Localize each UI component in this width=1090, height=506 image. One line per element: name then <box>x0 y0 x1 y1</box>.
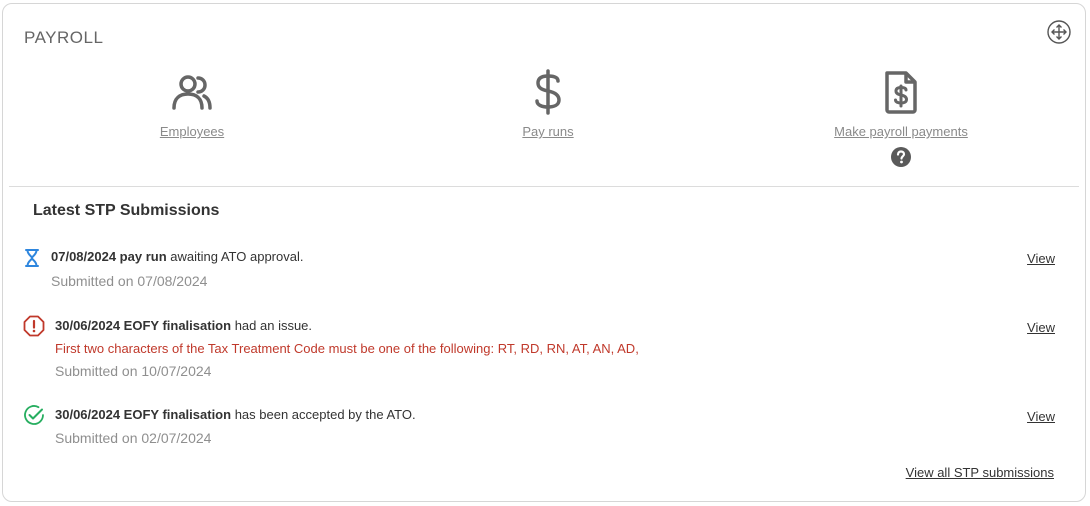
stp-item: 07/08/2024 pay run awaiting ATO approval… <box>23 245 1055 295</box>
users-icon <box>172 75 212 110</box>
stp-message: 30/06/2024 EOFY finalisation has been ac… <box>55 407 416 422</box>
stp-title: 30/06/2024 EOFY finalisation <box>55 407 232 422</box>
invoice-dollar-icon <box>885 71 917 114</box>
check-circle-icon <box>24 405 44 425</box>
stp-submitted: Submitted on 07/08/2024 <box>51 273 208 289</box>
stp-title: 30/06/2024 EOFY finalisation <box>55 318 232 333</box>
stp-error-message: First two characters of the Tax Treatmen… <box>55 341 639 356</box>
stp-item: 30/06/2024 EOFY finalisation had an issu… <box>23 313 1055 383</box>
tile-employees[interactable]: Employees <box>142 68 242 139</box>
dollar-icon <box>535 69 561 115</box>
widget-title: PAYROLL <box>24 28 104 47</box>
pay-runs-link[interactable]: Pay runs <box>498 124 598 139</box>
view-all-stp-link[interactable]: View all STP submissions <box>906 465 1054 480</box>
stp-message: 30/06/2024 EOFY finalisation had an issu… <box>55 318 312 333</box>
stp-heading: Latest STP Submissions <box>33 202 220 219</box>
stp-status-text: had an issue. <box>231 318 313 333</box>
view-link[interactable]: View <box>1027 320 1055 335</box>
stp-message: 07/08/2024 pay run awaiting ATO approval… <box>51 249 303 264</box>
hourglass-icon <box>25 249 39 267</box>
payroll-widget: PAYROLL Employees Pay runs Make payroll <box>2 3 1086 502</box>
stp-title: 07/08/2024 pay run <box>51 249 167 264</box>
employees-link[interactable]: Employees <box>142 124 242 139</box>
stp-submitted: Submitted on 10/07/2024 <box>55 363 212 379</box>
view-link[interactable]: View <box>1027 409 1055 424</box>
move-icon[interactable] <box>1047 20 1071 44</box>
help-icon[interactable] <box>891 147 911 167</box>
stp-status-text: has been accepted by the ATO. <box>231 407 416 422</box>
view-link[interactable]: View <box>1027 251 1055 266</box>
make-payroll-payments-link[interactable]: Make payroll payments <box>821 124 981 139</box>
stp-submitted: Submitted on 02/07/2024 <box>55 430 212 446</box>
stp-status-text: awaiting ATO approval. <box>166 249 304 264</box>
stp-item: 30/06/2024 EOFY finalisation has been ac… <box>23 402 1055 452</box>
error-octagon-icon <box>23 315 45 337</box>
divider <box>9 186 1079 187</box>
tile-pay-runs[interactable]: Pay runs <box>498 68 598 139</box>
tile-make-payroll-payments[interactable]: Make payroll payments <box>821 68 981 167</box>
